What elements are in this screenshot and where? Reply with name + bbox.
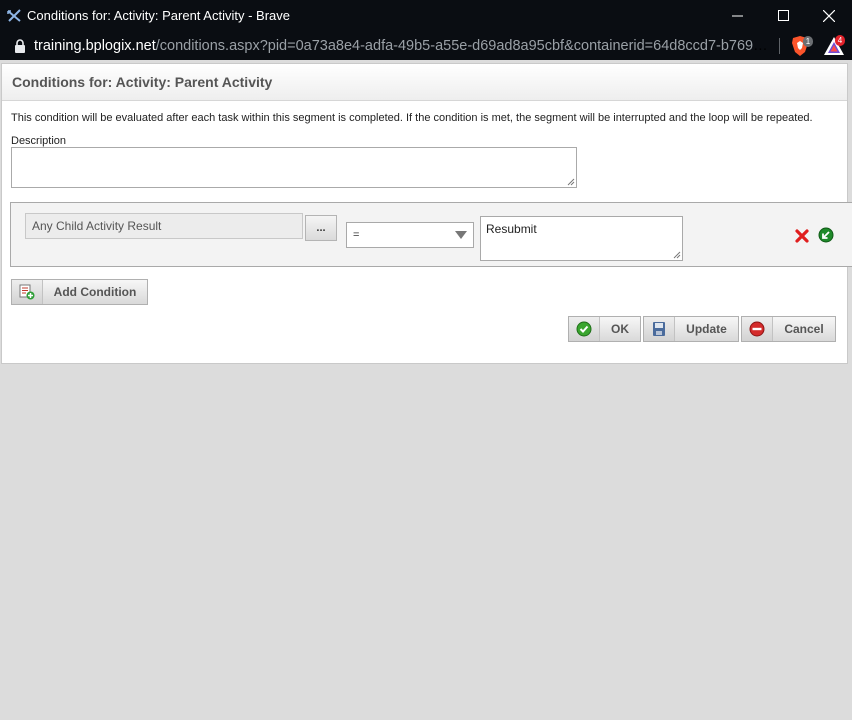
condition-value: Resubmit: [486, 222, 537, 236]
maximize-icon: [777, 10, 789, 21]
delete-condition-icon[interactable]: [795, 229, 809, 243]
condition-value-textarea[interactable]: Resubmit: [480, 216, 683, 261]
condition-row: Any Child Activity Result ... = Resubmit: [10, 202, 852, 267]
update-label: Update: [686, 322, 727, 336]
app-icon: [7, 8, 21, 22]
ok-label: OK: [611, 322, 629, 336]
maximize-button[interactable]: [760, 0, 806, 31]
add-condition-label: Add Condition: [53, 285, 137, 299]
operator-value: =: [353, 229, 360, 241]
shields-badge: 1: [803, 36, 813, 47]
address-bar[interactable]: training.bplogix.net/conditions.aspx?pid…: [0, 31, 852, 60]
description-textarea[interactable]: [11, 147, 577, 188]
update-button[interactable]: Update: [643, 316, 739, 342]
lock-icon: [15, 38, 25, 53]
minimize-button[interactable]: [714, 0, 760, 31]
checkmark-icon: [576, 321, 592, 337]
resize-grip-icon[interactable]: [567, 178, 575, 186]
url-path: /conditions.aspx?pid=0a73a8e4-adfa-49b5-…: [155, 37, 768, 54]
close-button[interactable]: [806, 0, 852, 31]
minimize-icon: [731, 15, 743, 17]
insert-condition-icon[interactable]: [818, 227, 834, 243]
add-list-icon: [19, 284, 35, 300]
dropdown-arrow-icon: [455, 231, 467, 239]
add-condition-button[interactable]: Add Condition: [11, 279, 148, 305]
save-disk-icon: [653, 322, 665, 336]
ok-button[interactable]: OK: [568, 316, 641, 342]
window-title: Conditions for: Activity: Parent Activit…: [27, 8, 290, 23]
address-separator: [779, 38, 780, 54]
operator-select[interactable]: =: [346, 222, 474, 248]
field-picker-button[interactable]: ...: [305, 215, 337, 241]
url-host: training.bplogix.net: [34, 37, 156, 54]
description-label: Description: [11, 135, 67, 147]
cancel-button[interactable]: Cancel: [741, 316, 836, 342]
close-icon: [823, 9, 835, 22]
rewards-badge: 4: [835, 35, 845, 46]
dialog-title: Conditions for: Activity: Parent Activit…: [2, 64, 847, 101]
info-text: This condition will be evaluated after e…: [11, 112, 813, 124]
window-titlebar: Conditions for: Activity: Parent Activit…: [0, 0, 852, 31]
condition-field: Any Child Activity Result: [25, 213, 303, 239]
resize-grip-icon[interactable]: [673, 251, 681, 259]
url-text[interactable]: training.bplogix.net/conditions.aspx?pid…: [34, 38, 768, 54]
cancel-stop-icon: [749, 321, 765, 337]
cancel-label: Cancel: [784, 322, 824, 336]
